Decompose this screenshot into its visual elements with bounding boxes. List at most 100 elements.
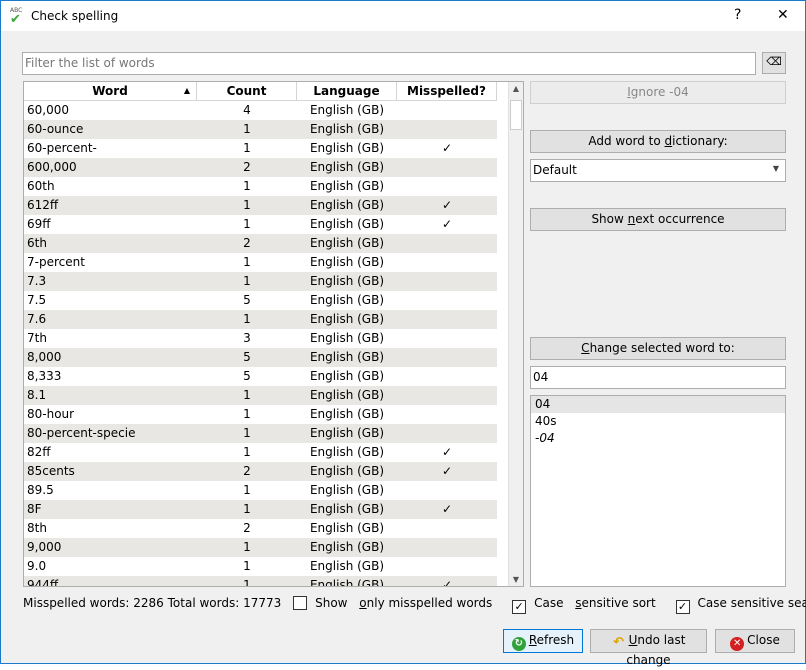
table-row[interactable]: 7.5 5 English (GB) [24,291,497,310]
cell-language: English (GB) [309,331,385,345]
table-row[interactable]: 85cents 2 English (GB) ✓ [24,462,497,481]
words-table: Word ▲ Count Language Misspelled? 60,000 4… [23,81,524,587]
suggestion-item[interactable]: 40s [531,413,785,430]
show-only-misspelled-checkbox[interactable]: Show only misspelled words [293,596,500,610]
table-scrollbar[interactable]: ▲ ▼ [508,82,523,586]
dictionary-select[interactable]: Default ▼ [530,159,786,182]
table-row[interactable]: 89.5 1 English (GB) [24,481,497,500]
cell-count: 1 [243,483,251,497]
case-sensitive-search-checkbox[interactable]: ✓Case sensitive search [675,596,806,614]
cell-count: 1 [243,217,251,231]
table-row[interactable]: 7-percent 1 English (GB) [24,253,497,272]
cell-language: English (GB) [309,426,385,440]
refresh-icon: ↻ [511,637,526,651]
table-row[interactable]: 6th 2 English (GB) [24,234,497,253]
suggestions-list: 04 40s -04 [530,395,786,587]
cell-misspelled [397,386,497,405]
table-row[interactable]: 7th 3 English (GB) [24,329,497,348]
table-row[interactable]: 60th 1 English (GB) [24,177,497,196]
table-row[interactable]: 9,000 1 English (GB) [24,538,497,557]
table-row[interactable]: 8th 2 English (GB) [24,519,497,538]
cell-count: 1 [243,407,251,421]
table-row[interactable]: 8,333 5 English (GB) [24,367,497,386]
cell-misspelled: ✓ [441,445,453,459]
table-row[interactable]: 69ff 1 English (GB) ✓ [24,215,497,234]
suggestion-item[interactable]: 04 [531,396,785,413]
cell-word: 80-percent-specie [27,426,136,440]
cell-language: English (GB) [309,103,385,117]
undo-button[interactable]: ↶ Undo last change [590,629,707,667]
cell-word: 944ff [27,578,59,587]
cell-word: 600,000 [27,160,77,174]
column-header-language[interactable]: Language [297,82,397,101]
cell-language: English (GB) [309,350,385,364]
replacement-input[interactable]: 04 [530,366,786,389]
table-row[interactable]: 80-hour 1 English (GB) [24,405,497,424]
cell-count: 2 [243,236,251,250]
table-row[interactable]: 80-percent-specie 1 English (GB) [24,424,497,443]
cell-count: 1 [243,502,251,516]
dictionary-value: Default [533,163,577,177]
close-icon: ✕ [730,637,745,651]
cell-language: English (GB) [309,122,385,136]
cell-language: English (GB) [309,312,385,326]
cell-misspelled [397,481,497,500]
table-row[interactable]: 612ff 1 English (GB) ✓ [24,196,497,215]
cell-language: English (GB) [309,274,385,288]
column-header-word[interactable]: Word ▲ [24,82,197,101]
table-row[interactable]: 60-ounce 1 English (GB) [24,120,497,139]
column-header-count[interactable]: Count [197,82,297,101]
case-sensitive-sort-checkbox[interactable]: ✓ Case sensitive sort [512,596,664,614]
cell-count: 1 [243,540,251,554]
cell-misspelled: ✓ [441,502,453,516]
column-header-misspelled[interactable]: Misspelled? [397,82,497,101]
ignore-button[interactable]: Ignore -04 [530,81,786,104]
spellcheck-icon: ABC ✔ [10,7,23,27]
cell-count: 1 [243,426,251,440]
cell-language: English (GB) [309,521,385,535]
filter-input[interactable]: Filter the list of words [22,52,756,75]
cell-word: 60-percent- [27,141,97,155]
cell-language: English (GB) [309,255,385,269]
refresh-button[interactable]: ↻ Refresh [503,629,583,653]
cell-count: 1 [243,445,251,459]
cell-word: 7.5 [27,293,47,307]
scroll-up-icon[interactable]: ▲ [509,84,523,93]
table-row[interactable]: 60,000 4 English (GB) [24,101,497,120]
table-row[interactable]: 7.3 1 English (GB) [24,272,497,291]
add-to-dictionary-button[interactable]: Add word to dictionary: [530,130,786,153]
cell-count: 1 [243,578,251,587]
cell-misspelled: ✓ [441,217,453,231]
cell-language: English (GB) [309,540,385,554]
table-row[interactable]: 60-percent- 1 English (GB) ✓ [24,139,497,158]
change-selected-word-button[interactable]: Change selected word to: [530,337,786,360]
table-row[interactable]: 600,000 2 English (GB) [24,158,497,177]
cell-misspelled [397,177,497,196]
table-row[interactable]: 8,000 5 English (GB) [24,348,497,367]
cell-misspelled: ✓ [441,578,453,587]
cell-misspelled [397,405,497,424]
cell-language: English (GB) [309,407,385,421]
cell-misspelled [397,424,497,443]
cell-misspelled [397,538,497,557]
clear-filter-button[interactable]: ⌫ [762,52,786,74]
help-button[interactable]: ? [734,7,741,23]
table-body: 60,000 4 English (GB) 60-ounce 1 English (GB)… [24,101,497,587]
close-window-button[interactable]: ✕ [777,7,789,23]
cell-count: 5 [243,350,251,364]
scroll-down-icon[interactable]: ▼ [509,575,523,584]
window-title: Check spelling [31,9,119,23]
undo-icon: ↶ [613,635,625,650]
table-row[interactable]: 9.0 1 English (GB) [24,557,497,576]
suggestion-item[interactable]: -04 [531,430,785,447]
table-row[interactable]: 944ff 1 English (GB) ✓ [24,576,497,587]
table-row[interactable]: 82ff 1 English (GB) ✓ [24,443,497,462]
cell-misspelled [397,519,497,538]
table-row[interactable]: 8.1 1 English (GB) [24,386,497,405]
table-row[interactable]: 7.6 1 English (GB) [24,310,497,329]
scrollbar-thumb[interactable] [510,100,522,130]
table-row[interactable]: 8F 1 English (GB) ✓ [24,500,497,519]
cell-count: 1 [243,388,251,402]
close-button[interactable]: ✕ Close [715,629,795,653]
show-next-occurrence-button[interactable]: Show next occurrence [530,208,786,231]
